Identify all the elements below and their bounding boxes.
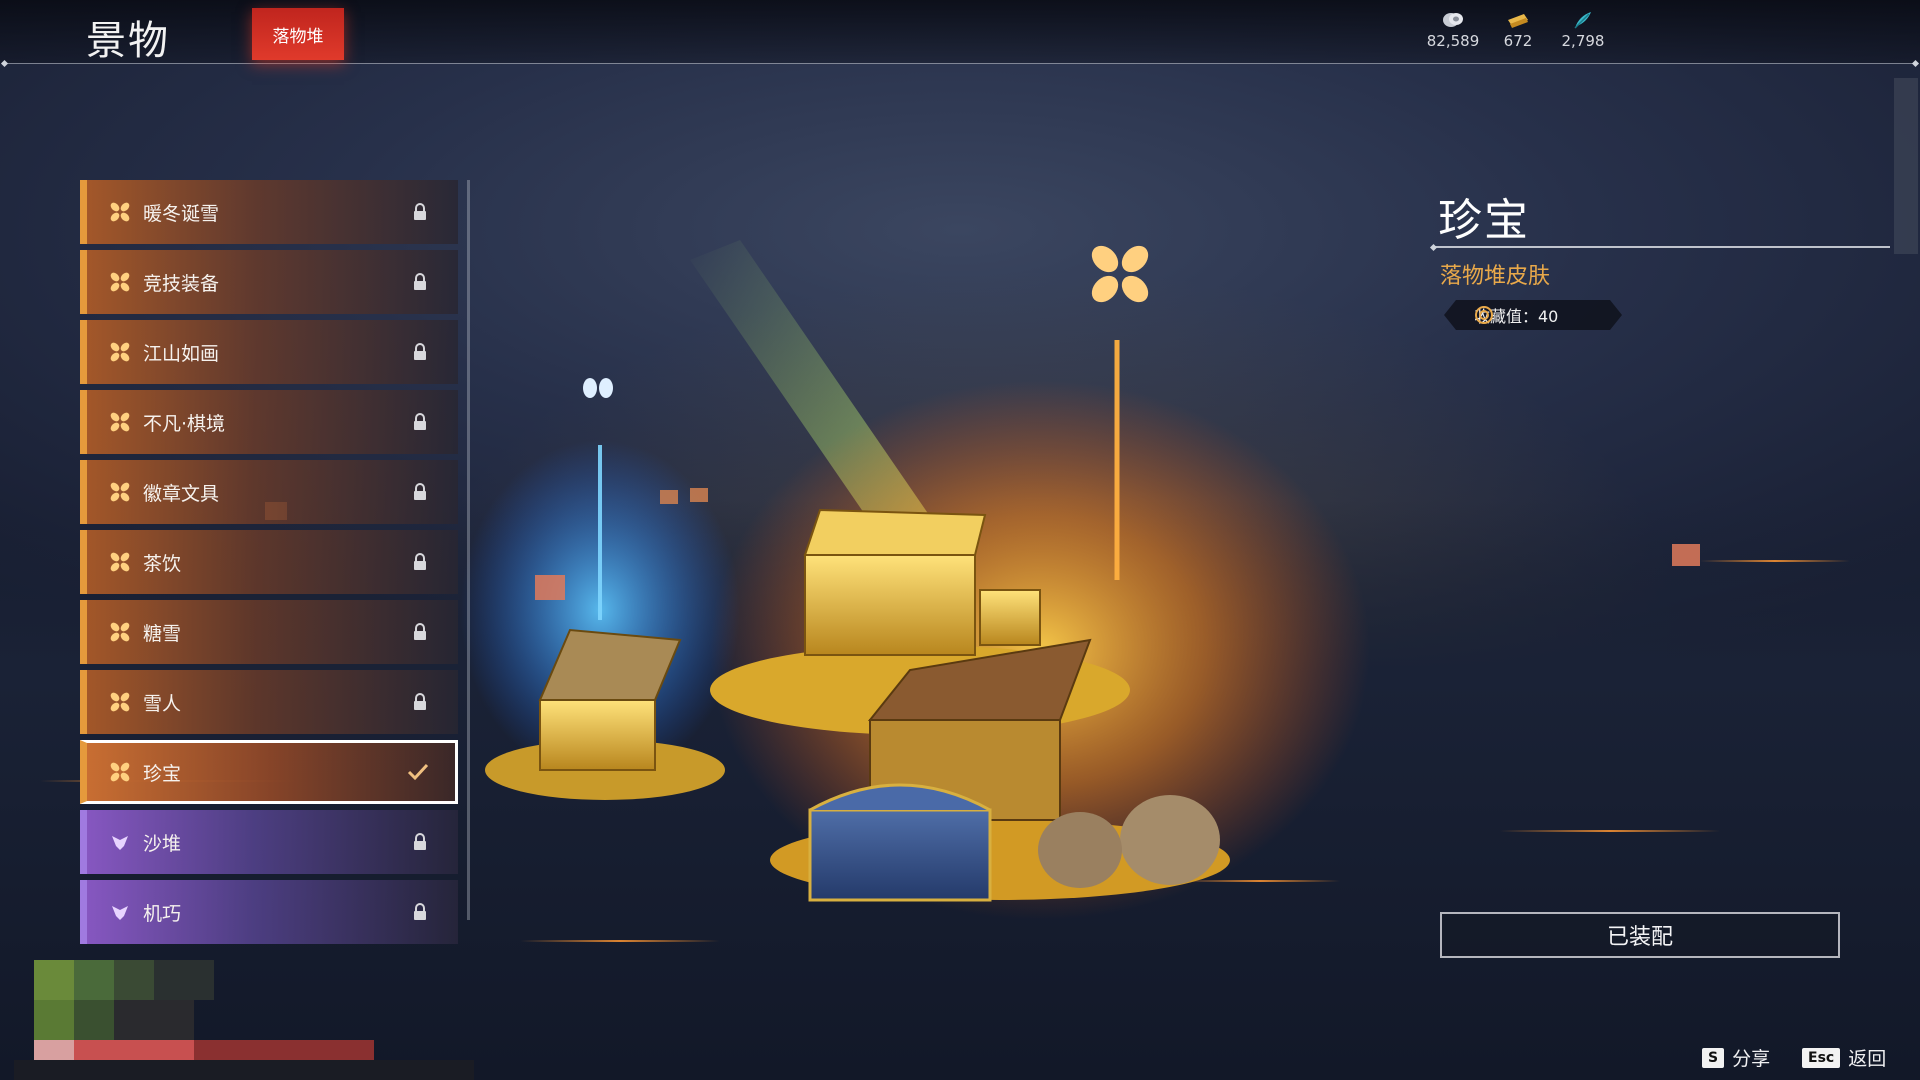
lock-icon <box>414 903 426 920</box>
orange-flower-icon <box>110 412 130 432</box>
detail-divider <box>1434 246 1890 248</box>
currency-value: 672 <box>1503 32 1533 50</box>
currency-gold: 672 <box>1483 10 1553 50</box>
list-item-label: 沙堆 <box>143 832 182 855</box>
sea-ripple <box>1500 830 1720 832</box>
list-item[interactable]: 竞技装备 <box>80 250 458 314</box>
orange-flower-icon <box>110 762 130 782</box>
list-item[interactable]: 机巧 <box>80 880 458 944</box>
right-scrollbar[interactable] <box>1894 78 1918 254</box>
orange-flower-icon <box>110 342 130 362</box>
orange-flower-icon <box>110 552 130 572</box>
currency-value: 82,589 <box>1426 32 1480 50</box>
list-scrollbar[interactable] <box>467 180 470 920</box>
list-item-label: 雪人 <box>143 692 182 715</box>
lock-icon <box>414 553 426 570</box>
list-item-label: 机巧 <box>143 902 182 925</box>
detail-subtitle: 落物堆皮肤 <box>1440 264 1551 289</box>
sea-ripple <box>1700 560 1850 562</box>
list-item[interactable]: 糖雪 <box>80 600 458 664</box>
spiral-icon <box>1475 306 1493 324</box>
feather-icon <box>1574 12 1591 29</box>
orange-flower-icon <box>1091 245 1149 303</box>
list-item[interactable]: 沙堆 <box>80 810 458 874</box>
list-item[interactable]: 茶饮 <box>80 530 458 594</box>
floating-lantern <box>535 575 565 600</box>
lock-icon <box>414 693 426 710</box>
lock-icon <box>414 273 426 290</box>
currency-silver: 82,589 <box>1418 10 1488 50</box>
list-item-label: 竞技装备 <box>143 272 220 295</box>
tab-drop-pile[interactable]: 落物堆 <box>252 8 344 60</box>
list-item[interactable]: 江山如画 <box>80 320 458 384</box>
silver-coin-icon <box>1443 13 1463 27</box>
floating-lantern <box>1672 544 1700 566</box>
list-item-label: 江山如画 <box>143 342 220 365</box>
orange-flower-icon <box>110 622 130 642</box>
list-item-label: 糖雪 <box>143 622 182 645</box>
list-item[interactable]: 不凡·棋境 <box>80 390 458 454</box>
share-label: 分享 <box>1732 1048 1771 1070</box>
blue-butterfly-icon <box>583 378 613 398</box>
coin-sack <box>1120 795 1220 885</box>
orange-flower-icon <box>110 202 130 222</box>
currency-feather: 2,798 <box>1548 10 1618 50</box>
lock-icon <box>414 343 426 360</box>
treasure-scene <box>460 240 1370 920</box>
screen-root: 景物 落物堆 82,589 672 2,798 暖冬诞雪竞技装备江山如画不凡·棋… <box>0 0 1920 1080</box>
list-item-label: 徽章文具 <box>143 482 220 505</box>
purple-flower-icon <box>112 836 128 850</box>
lock-icon <box>414 833 426 850</box>
collection-value-badge: 收藏值：40 <box>1444 300 1622 330</box>
top-divider <box>6 63 1914 64</box>
floating-lantern <box>660 490 678 504</box>
orange-flower-icon <box>110 272 130 292</box>
list-item-label: 茶饮 <box>143 552 182 575</box>
list-item[interactable]: 暖冬诞雪 <box>80 180 458 244</box>
gold-ticket-icon <box>1508 14 1528 28</box>
skin-list: 暖冬诞雪竞技装备江山如画不凡·棋境徽章文具茶饮糖雪雪人珍宝沙堆机巧 <box>80 180 460 960</box>
list-item[interactable]: 珍宝 <box>80 740 458 804</box>
currency-value: 2,798 <box>1561 32 1605 50</box>
purple-flower-icon <box>112 906 128 920</box>
share-key: S <box>1702 1047 1725 1068</box>
back-hint[interactable]: Esc 返回 <box>1802 1044 1886 1071</box>
list-item-label: 不凡·棋境 <box>143 412 226 435</box>
list-item-label: 暖冬诞雪 <box>143 202 220 225</box>
back-label: 返回 <box>1848 1048 1887 1070</box>
detail-title: 珍宝 <box>1438 195 1530 246</box>
esc-key: Esc <box>1802 1047 1841 1068</box>
floating-lantern <box>690 488 708 502</box>
checkmark-icon <box>407 763 429 781</box>
list-item[interactable]: 徽章文具 <box>80 460 458 524</box>
orange-flower-icon <box>110 482 130 502</box>
lock-icon <box>414 413 426 430</box>
orange-flower-icon <box>110 692 130 712</box>
list-item-label: 珍宝 <box>143 762 182 785</box>
pixelated-avatar <box>14 960 474 1080</box>
lock-icon <box>414 203 426 220</box>
share-hint[interactable]: S 分享 <box>1702 1044 1770 1071</box>
coin-sack <box>1038 812 1122 888</box>
lock-icon <box>414 483 426 500</box>
list-item[interactable]: 雪人 <box>80 670 458 734</box>
page-title: 景物 <box>86 18 170 64</box>
lock-icon <box>414 623 426 640</box>
blue-chest <box>808 783 992 902</box>
equipped-button[interactable]: 已装配 <box>1440 912 1840 958</box>
